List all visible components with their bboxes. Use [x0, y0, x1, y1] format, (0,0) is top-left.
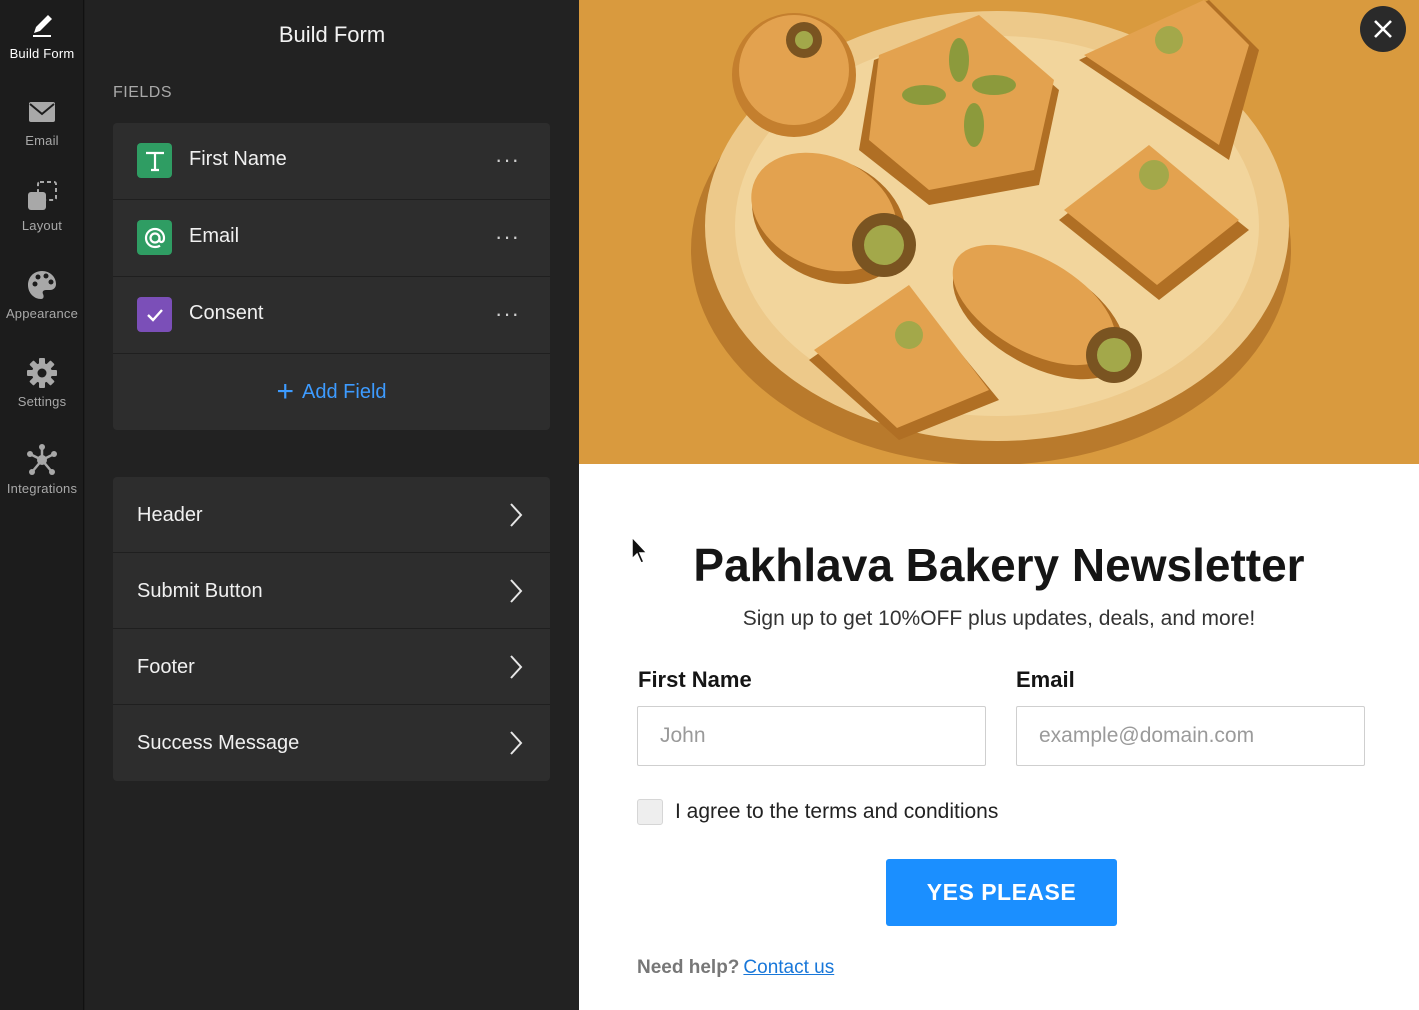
- pencil-icon: [33, 15, 52, 37]
- close-button[interactable]: [1360, 6, 1406, 52]
- chevron-right-icon: [510, 655, 523, 679]
- plus-icon: +: [276, 375, 295, 408]
- email-label: Email: [1016, 667, 1075, 692]
- footer-help: Need help? Contact us: [637, 957, 834, 979]
- rail-item-integrations[interactable]: Integrations: [0, 443, 84, 496]
- at-sign-icon: [137, 220, 172, 255]
- fields-heading: FIELDS: [113, 84, 173, 101]
- rail-item-settings[interactable]: Settings: [0, 356, 84, 409]
- rail-item-label: Email: [25, 133, 59, 148]
- section-row-submit-button[interactable]: Submit Button: [113, 553, 550, 629]
- add-field-button[interactable]: + Add Field: [113, 354, 550, 430]
- field-row-first-name[interactable]: First Name ···: [113, 123, 550, 200]
- rail-item-label: Integrations: [6, 481, 78, 496]
- left-rail: Build Form Email Layout Appearance Setti…: [0, 0, 84, 1010]
- text-field-icon: [137, 143, 172, 178]
- chevron-right-icon: [510, 731, 523, 755]
- chevron-right-icon: [510, 503, 523, 527]
- email-input[interactable]: [1016, 706, 1365, 766]
- field-name: Email: [189, 225, 240, 247]
- section-label: Success Message: [137, 732, 300, 754]
- section-row-footer[interactable]: Footer: [113, 629, 550, 705]
- more-options-icon[interactable]: ···: [495, 301, 520, 327]
- more-options-icon[interactable]: ···: [495, 147, 520, 173]
- sections-card: Header Submit Button Footer Success Mess…: [113, 477, 550, 781]
- hero-image: [579, 0, 1419, 464]
- field-row-consent[interactable]: Consent ···: [113, 277, 550, 354]
- form-subtitle: Sign up to get 10%OFF plus updates, deal…: [742, 607, 1256, 630]
- consent-checkbox[interactable]: [637, 799, 663, 825]
- field-row-email[interactable]: Email ···: [113, 200, 550, 277]
- contact-us-link[interactable]: Contact us: [743, 957, 834, 978]
- form-title: Pakhlava Bakery Newsletter: [693, 539, 1305, 591]
- palette-icon: [28, 271, 56, 299]
- panel-title: Build Form: [278, 22, 386, 47]
- rail-item-label: Appearance: [5, 306, 79, 321]
- rail-item-label: Settings: [17, 394, 67, 409]
- field-name: Consent: [189, 302, 264, 324]
- chevron-right-icon: [510, 579, 523, 603]
- close-icon: [1374, 20, 1392, 38]
- form-preview: Pakhlava Bakery Newsletter Sign up to ge…: [579, 0, 1419, 1010]
- rail-item-label: Build Form: [9, 46, 75, 61]
- add-field-label: Add Field: [302, 380, 387, 403]
- consent-label: I agree to the terms and conditions: [675, 800, 999, 823]
- gear-icon: [27, 358, 57, 388]
- first-name-label: First Name: [638, 667, 752, 692]
- submit-button[interactable]: YES PLEASE: [886, 859, 1117, 926]
- section-row-header[interactable]: Header: [113, 477, 550, 553]
- section-row-success-message[interactable]: Success Message: [113, 705, 550, 781]
- checkbox-icon: [137, 297, 172, 332]
- section-label: Header: [137, 504, 203, 526]
- section-label: Submit Button: [137, 580, 263, 602]
- field-name: First Name: [189, 148, 287, 170]
- rail-item-build-form[interactable]: Build Form: [0, 8, 84, 61]
- first-name-input[interactable]: [637, 706, 986, 766]
- builder-panel: Build Form FIELDS First Name ··· Email ·…: [85, 0, 579, 1010]
- integrations-icon: [27, 444, 57, 475]
- rail-item-appearance[interactable]: Appearance: [0, 268, 84, 321]
- envelope-icon: [29, 102, 55, 122]
- layout-icon: [28, 181, 57, 210]
- rail-item-email[interactable]: Email: [0, 95, 84, 148]
- rail-item-label: Layout: [21, 218, 63, 233]
- rail-item-layout[interactable]: Layout: [0, 180, 84, 233]
- help-text: Need help?: [637, 957, 740, 978]
- more-options-icon[interactable]: ···: [495, 224, 520, 250]
- pastry-plate-illustration: [579, 0, 1419, 464]
- mouse-cursor-icon: [631, 535, 649, 564]
- section-label: Footer: [137, 656, 195, 678]
- fields-card: First Name ··· Email ··· Consent ··· + A…: [113, 123, 550, 430]
